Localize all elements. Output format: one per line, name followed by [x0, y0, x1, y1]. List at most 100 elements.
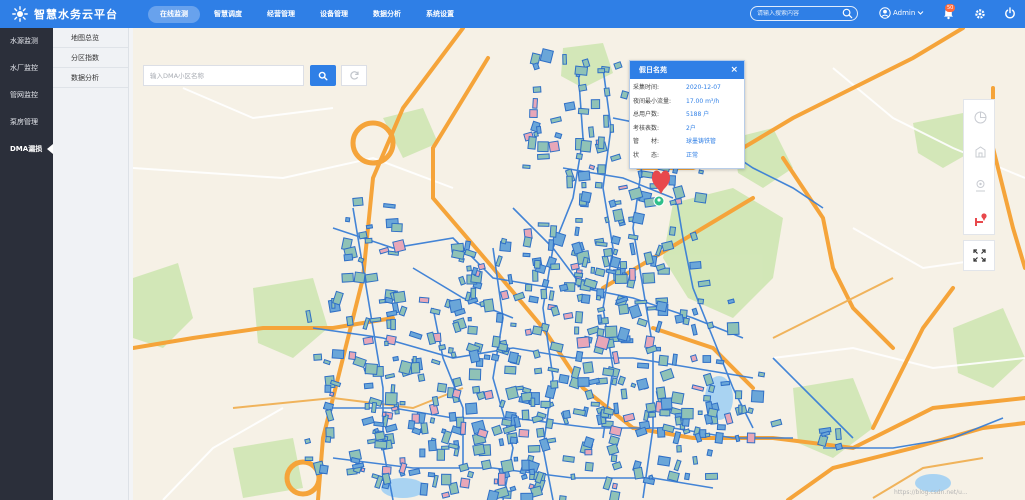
dma-refresh-button[interactable] [341, 65, 367, 86]
dma-zone[interactable] [627, 233, 639, 241]
dma-zone[interactable] [597, 314, 603, 324]
dma-zone[interactable] [550, 380, 559, 389]
dma-zone[interactable] [548, 140, 561, 153]
dma-zone[interactable] [522, 236, 533, 248]
dma-zone[interactable] [558, 495, 567, 500]
tool-building[interactable] [964, 134, 996, 168]
dma-zone[interactable] [407, 419, 416, 430]
dma-zone[interactable] [460, 421, 467, 435]
dma-zone[interactable] [580, 190, 592, 203]
dma-zone[interactable] [399, 400, 406, 406]
dma-zone[interactable] [373, 421, 385, 428]
dma-zone[interactable] [597, 68, 606, 74]
dma-zone[interactable] [689, 354, 698, 363]
dma-zone[interactable] [595, 294, 602, 301]
dma-zone[interactable] [702, 355, 712, 363]
dma-zone[interactable] [495, 312, 504, 323]
dma-zone[interactable] [451, 388, 462, 399]
sidebar-item-pipe-network[interactable]: 管网监控 [0, 82, 53, 109]
dma-zone[interactable] [608, 425, 623, 437]
dma-zone[interactable] [574, 65, 589, 76]
dma-zone[interactable] [304, 456, 314, 462]
dma-zone[interactable] [539, 48, 554, 64]
dma-zone[interactable] [468, 349, 481, 364]
dma-zone[interactable] [466, 470, 475, 479]
dma-zone[interactable] [522, 252, 531, 258]
dma-zone[interactable] [520, 492, 534, 500]
dma-zone[interactable] [584, 461, 594, 472]
dma-zone[interactable] [427, 472, 436, 478]
dma-zone[interactable] [513, 456, 519, 462]
dma-zone[interactable] [520, 391, 533, 402]
dma-zone[interactable] [540, 288, 548, 300]
global-search-input[interactable] [757, 10, 837, 17]
dma-zone[interactable] [706, 449, 713, 457]
dma-zone[interactable] [491, 335, 501, 348]
dma-zone[interactable] [666, 470, 680, 483]
dma-zone[interactable] [692, 455, 699, 465]
dma-zone[interactable] [499, 289, 510, 301]
dma-zone[interactable] [364, 272, 379, 283]
dma-zone[interactable] [324, 435, 332, 443]
sidebar-item-pump-room[interactable]: 泵房管理 [0, 109, 53, 136]
dma-zone[interactable] [500, 458, 515, 474]
dma-zone[interactable] [390, 318, 396, 331]
dma-zone[interactable] [527, 136, 537, 150]
dma-zone[interactable] [714, 431, 724, 445]
sidebar-item-water-source[interactable]: 水源监测 [0, 28, 53, 55]
dma-zone[interactable] [390, 384, 396, 394]
dma-zone[interactable] [472, 385, 481, 394]
dma-zone[interactable] [466, 265, 472, 272]
sidebar-item-water-plant[interactable]: 水厂监控 [0, 55, 53, 82]
tool-pie-chart[interactable] [964, 100, 996, 134]
dma-zone[interactable] [438, 344, 447, 351]
dma-zone[interactable] [501, 418, 513, 427]
dma-zone[interactable] [563, 101, 576, 112]
dma-zone[interactable] [369, 316, 382, 323]
dma-zone[interactable] [597, 164, 606, 175]
dma-zone[interactable] [507, 351, 520, 364]
dma-zone[interactable] [603, 114, 610, 128]
dma-zone[interactable] [509, 436, 518, 445]
dma-zone[interactable] [660, 397, 673, 410]
dma-zone[interactable] [381, 411, 387, 418]
dma-zone[interactable] [608, 490, 621, 500]
dma-zone[interactable] [668, 175, 677, 186]
dma-zone[interactable] [554, 131, 563, 140]
dma-zone[interactable] [441, 428, 447, 434]
dma-zone[interactable] [441, 491, 451, 499]
dma-zone[interactable] [419, 448, 426, 458]
dma-zone[interactable] [577, 83, 588, 92]
dma-zone[interactable] [655, 300, 668, 313]
user-menu[interactable]: Admin [879, 7, 924, 19]
dma-zone[interactable] [522, 164, 531, 170]
dma-zone[interactable] [343, 253, 354, 262]
dma-zone[interactable] [358, 230, 368, 240]
dma-zone[interactable] [436, 448, 446, 461]
dma-zone[interactable] [609, 124, 615, 133]
dma-search-input[interactable] [150, 71, 300, 80]
dma-zone[interactable] [590, 401, 600, 407]
dma-zone[interactable] [620, 90, 630, 100]
dma-zone[interactable] [498, 438, 505, 447]
search-icon[interactable] [842, 8, 853, 19]
dma-zone[interactable] [537, 141, 549, 153]
dma-zone[interactable] [575, 217, 583, 223]
dma-zone[interactable] [497, 472, 506, 486]
dma-zone[interactable] [604, 325, 618, 339]
dma-zone[interactable] [697, 410, 703, 416]
nav-item-data-analysis[interactable]: 数据分析 [362, 6, 412, 23]
dma-zone[interactable] [573, 272, 584, 278]
dma-zone[interactable] [558, 283, 569, 292]
dma-zone[interactable] [352, 197, 364, 207]
dma-zone[interactable] [715, 359, 725, 365]
dma-zone[interactable] [500, 237, 508, 245]
dma-zone[interactable] [562, 53, 568, 65]
dma-zone[interactable] [582, 361, 594, 374]
dma-zone[interactable] [634, 299, 648, 305]
dma-zone[interactable] [648, 474, 654, 480]
dma-zone[interactable] [575, 152, 583, 160]
dma-zone[interactable] [612, 208, 625, 222]
tool-location[interactable] [964, 168, 996, 202]
dma-zone[interactable] [581, 181, 587, 189]
